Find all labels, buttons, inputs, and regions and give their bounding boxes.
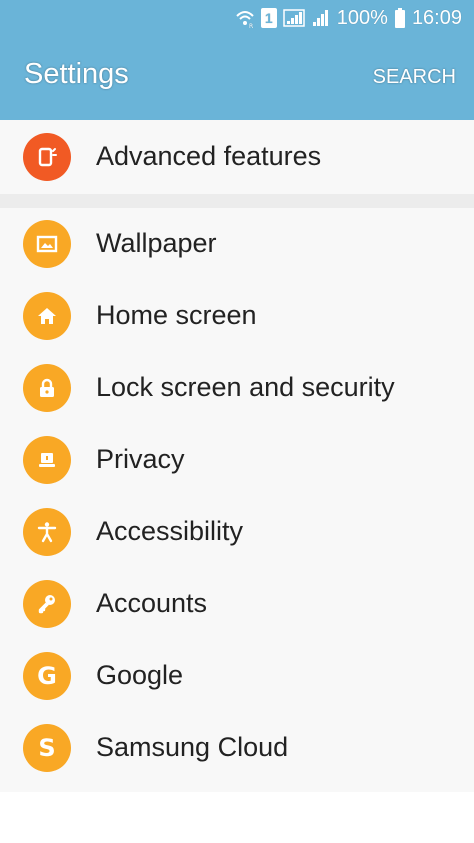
settings-item-google[interactable]: G Google bbox=[0, 640, 474, 712]
settings-item-lock-screen[interactable]: Lock screen and security bbox=[0, 352, 474, 424]
key-icon bbox=[23, 580, 71, 628]
settings-item-privacy[interactable]: Privacy bbox=[0, 424, 474, 496]
accessibility-icon bbox=[23, 508, 71, 556]
svg-text:R: R bbox=[249, 23, 253, 28]
clock: 16:09 bbox=[411, 6, 462, 29]
settings-item-label: Accessibility bbox=[96, 516, 244, 546]
samsung-cloud-icon: S bbox=[23, 724, 71, 772]
samsung-cloud-glyph: S bbox=[38, 734, 56, 762]
lock-icon bbox=[23, 364, 71, 412]
privacy-icon bbox=[23, 436, 71, 484]
settings-item-home-screen[interactable]: Home screen bbox=[0, 280, 474, 352]
battery-icon bbox=[394, 8, 406, 28]
settings-item-wallpaper[interactable]: Wallpaper bbox=[0, 208, 474, 280]
settings-item-label: Home screen bbox=[96, 300, 257, 330]
status-bar: R 1 100% 16:09 bbox=[0, 0, 474, 36]
signal-icon bbox=[283, 8, 305, 28]
wallpaper-icon bbox=[23, 220, 71, 268]
settings-item-label: Privacy bbox=[96, 444, 185, 474]
settings-item-label: Google bbox=[96, 660, 184, 690]
sim-icon: 1 bbox=[260, 8, 277, 28]
battery-percent: 100% bbox=[336, 6, 388, 29]
settings-item-samsung-cloud[interactable]: S Samsung Cloud bbox=[0, 712, 474, 784]
settings-section-advanced: Advanced features bbox=[0, 120, 474, 194]
signal-icon bbox=[311, 8, 331, 28]
settings-item-label: Lock screen and security bbox=[96, 372, 395, 402]
settings-item-accounts[interactable]: Accounts bbox=[0, 568, 474, 640]
status-icons: R 1 100% 16:09 bbox=[235, 4, 462, 32]
settings-item-label: Wallpaper bbox=[96, 228, 217, 258]
google-glyph: G bbox=[37, 662, 57, 690]
settings-item-accessibility[interactable]: Accessibility bbox=[0, 496, 474, 568]
home-icon bbox=[23, 292, 71, 340]
settings-list: Wallpaper Home screen Lock screen and se… bbox=[0, 208, 474, 792]
advanced-features-icon bbox=[23, 133, 71, 181]
settings-item-label: Samsung Cloud bbox=[96, 732, 289, 762]
settings-item-label: Advanced features bbox=[96, 141, 322, 171]
settings-item-label: Accounts bbox=[96, 588, 208, 618]
google-icon: G bbox=[23, 652, 71, 700]
search-button[interactable]: SEARCH bbox=[373, 66, 456, 89]
settings-item-advanced-features[interactable]: Advanced features bbox=[0, 121, 474, 193]
section-divider bbox=[0, 194, 474, 208]
wifi-icon: R bbox=[235, 8, 255, 28]
app-bar: Settings SEARCH bbox=[0, 36, 474, 120]
page-title: Settings bbox=[24, 58, 129, 90]
